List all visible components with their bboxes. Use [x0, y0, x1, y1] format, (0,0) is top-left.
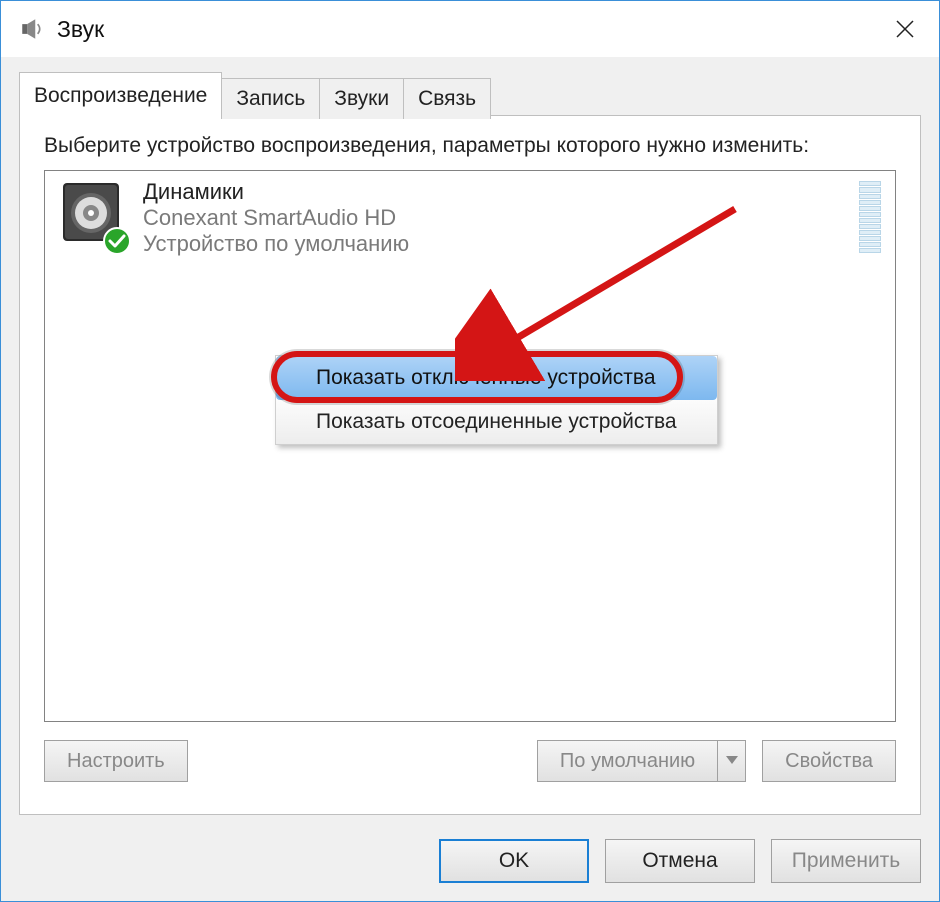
- device-text: Динамики Conexant SmartAudio HD Устройст…: [143, 179, 409, 257]
- sound-dialog: Звук Воспроизведение Запись Звуки Связь …: [0, 0, 940, 902]
- window-title: Звук: [57, 16, 104, 43]
- close-icon[interactable]: [871, 1, 939, 57]
- menu-show-disabled[interactable]: Показать отключенные устройства: [276, 356, 717, 400]
- apply-button[interactable]: Применить: [771, 839, 921, 883]
- device-status: Устройство по умолчанию: [143, 231, 409, 257]
- instruction-text: Выберите устройство воспроизведения, пар…: [44, 132, 896, 160]
- configure-button[interactable]: Настроить: [44, 740, 188, 782]
- panel-button-row: Настроить По умолчанию Свойства: [44, 740, 896, 782]
- context-menu: Показать отключенные устройства Показать…: [275, 355, 718, 445]
- tab-panel-playback: Выберите устройство воспроизведения, пар…: [19, 115, 921, 815]
- tab-sounds[interactable]: Звуки: [319, 78, 404, 119]
- tabstrip: Воспроизведение Запись Звуки Связь: [19, 71, 921, 115]
- titlebar: Звук: [1, 1, 939, 57]
- tab-communications[interactable]: Связь: [403, 78, 491, 119]
- tab-playback[interactable]: Воспроизведение: [19, 72, 222, 116]
- dialog-button-row: OK Отмена Применить: [439, 839, 921, 883]
- sound-app-icon: [19, 16, 45, 42]
- set-default-button[interactable]: По умолчанию: [537, 740, 746, 782]
- device-driver: Conexant SmartAudio HD: [143, 205, 409, 231]
- properties-button[interactable]: Свойства: [762, 740, 896, 782]
- cancel-button[interactable]: Отмена: [605, 839, 755, 883]
- set-default-dropdown-icon[interactable]: [717, 741, 745, 781]
- set-default-label: По умолчанию: [538, 741, 717, 781]
- device-item-speakers[interactable]: Динамики Conexant SmartAudio HD Устройст…: [45, 171, 895, 265]
- level-meter-icon: [859, 181, 881, 253]
- tab-recording[interactable]: Запись: [221, 78, 320, 119]
- device-list[interactable]: Динамики Conexant SmartAudio HD Устройст…: [44, 170, 896, 722]
- ok-button[interactable]: OK: [439, 839, 589, 883]
- dialog-body: Воспроизведение Запись Звуки Связь Выбер…: [1, 57, 939, 901]
- tab-container: Воспроизведение Запись Звуки Связь Выбер…: [19, 71, 921, 819]
- device-name: Динамики: [143, 179, 409, 205]
- menu-show-disconnected[interactable]: Показать отсоединенные устройства: [276, 400, 717, 444]
- speaker-icon: [55, 179, 127, 251]
